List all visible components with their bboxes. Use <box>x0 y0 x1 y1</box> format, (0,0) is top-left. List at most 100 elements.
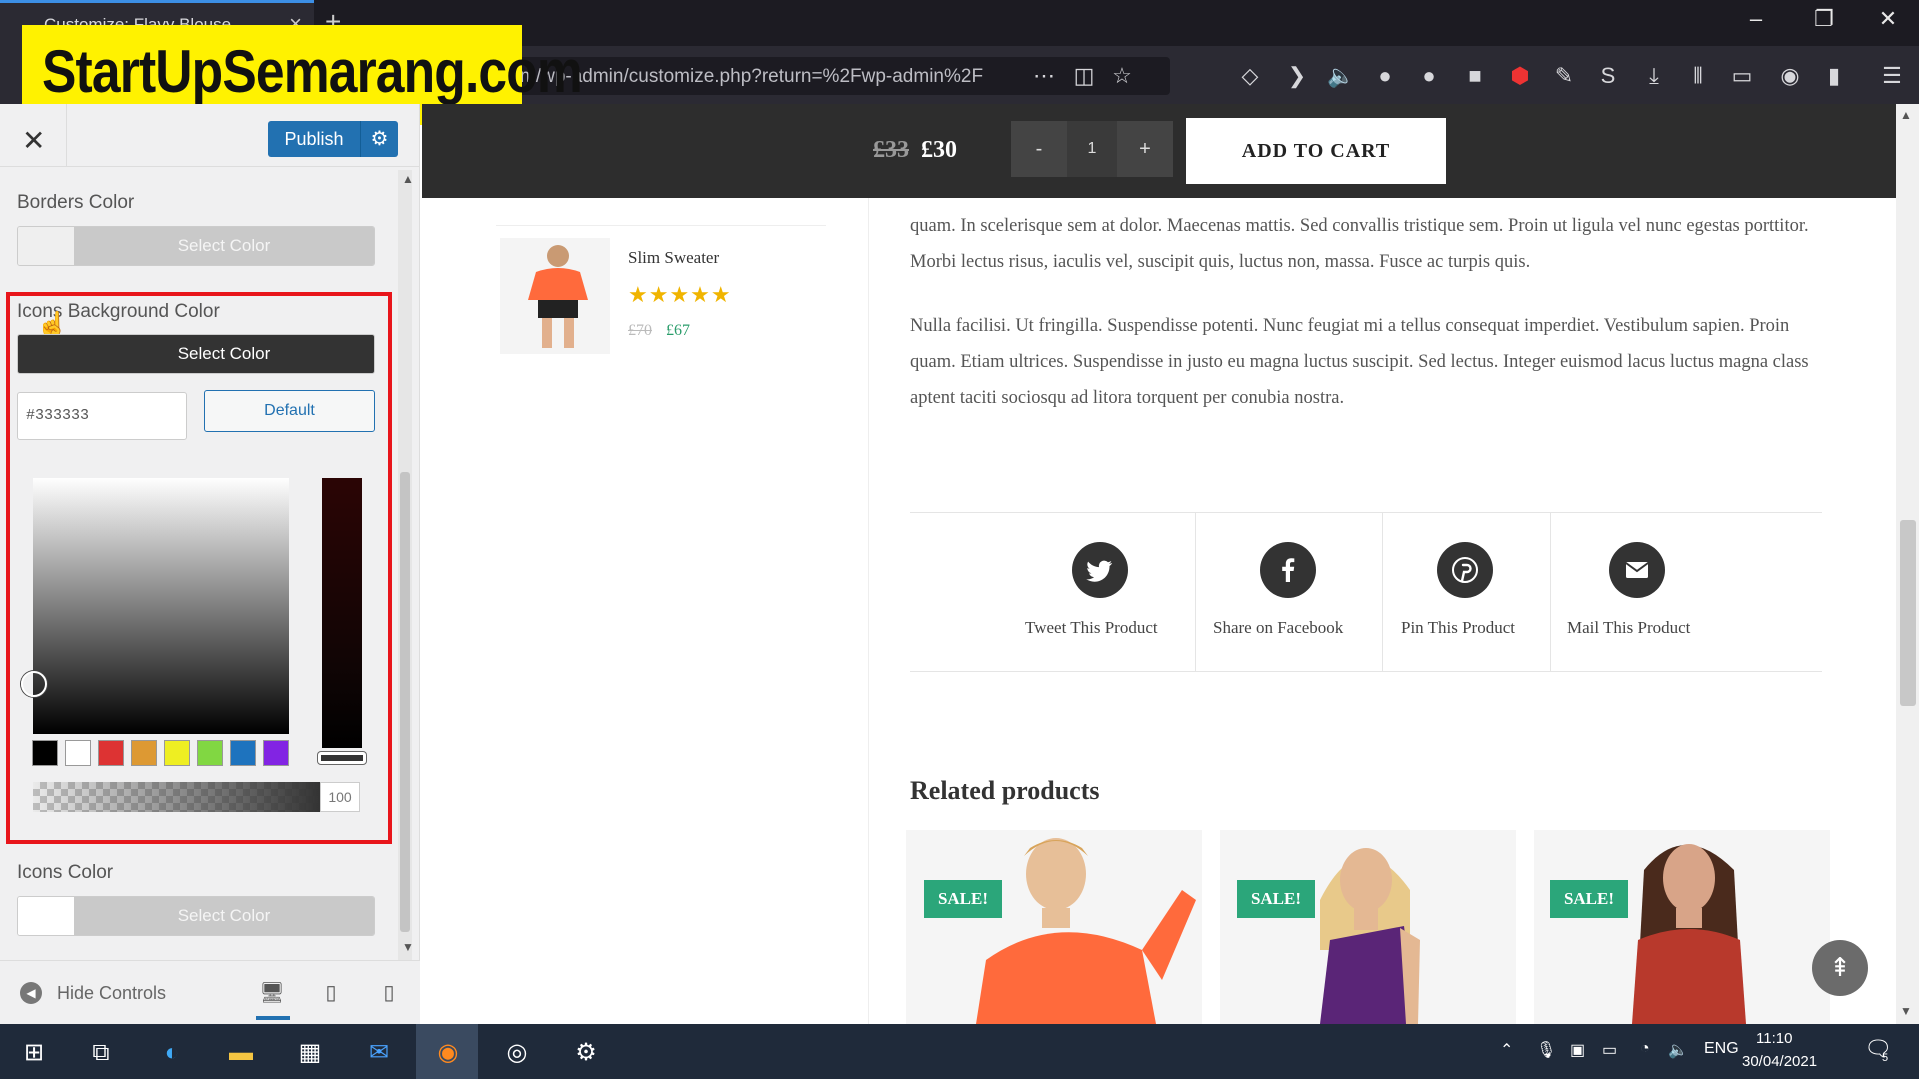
hue-slider[interactable] <box>322 478 362 748</box>
twitter-icon[interactable] <box>1072 542 1128 598</box>
divider <box>66 104 67 166</box>
desktop-preview-icon[interactable]: 🖥 <box>259 980 285 1006</box>
pocket-icon[interactable]: ◫ <box>1070 62 1098 90</box>
extension-icon[interactable]: ◇ <box>1236 62 1264 90</box>
palette-swatch[interactable] <box>230 740 256 766</box>
divider <box>0 166 420 167</box>
pinterest-icon[interactable] <box>1437 542 1493 598</box>
forward-icon[interactable]: ❯ <box>1283 62 1311 90</box>
share-facebook-label[interactable]: Share on Facebook <box>1213 618 1343 638</box>
scroll-down-icon[interactable]: ▼ <box>402 940 414 954</box>
hide-controls-icon[interactable]: ◀ <box>20 982 42 1004</box>
palette-swatch[interactable] <box>164 740 190 766</box>
clock-time[interactable]: 11:10 <box>1756 1030 1792 1047</box>
share-box <box>910 512 1822 672</box>
microphone-icon[interactable]: 🎙 <box>1536 1040 1556 1060</box>
product-name[interactable]: Slim Sweater <box>628 248 719 268</box>
tray-chevron-icon[interactable]: ⌃ <box>1500 1040 1513 1060</box>
select-color-label: Select Color <box>74 897 374 935</box>
share-twitter-label[interactable]: Tweet This Product <box>1025 618 1158 638</box>
restore-icon[interactable]: ❐ <box>1804 6 1844 32</box>
language-indicator[interactable]: ENG <box>1704 1040 1739 1058</box>
hide-controls-button[interactable]: Hide Controls <box>57 983 166 1004</box>
add-to-cart-button[interactable]: ADD TO CART <box>1186 118 1446 184</box>
palette-swatch[interactable] <box>98 740 124 766</box>
mobile-preview-icon[interactable]: ▯ <box>376 980 402 1006</box>
pen-icon[interactable]: ✎ <box>1550 62 1578 90</box>
share-pinterest-label[interactable]: Pin This Product <box>1401 618 1515 638</box>
edge-icon[interactable]: ◐ <box>155 1036 189 1070</box>
default-color-button[interactable]: Default <box>204 390 375 432</box>
more-icon[interactable]: ⋯ <box>1030 62 1058 90</box>
borders-color-button[interactable]: Select Color <box>17 226 375 266</box>
related-product-card[interactable] <box>1534 830 1830 1024</box>
adblock-icon[interactable]: ⬢ <box>1506 62 1534 90</box>
palette-swatch[interactable] <box>131 740 157 766</box>
icons-color-button[interactable]: Select Color <box>17 896 375 936</box>
extension-icon[interactable]: ● <box>1415 62 1443 90</box>
scroll-up-icon[interactable]: ▲ <box>402 172 414 186</box>
download-icon[interactable]: ⤓ <box>1640 62 1668 90</box>
saturation-handle[interactable] <box>21 671 47 697</box>
gear-icon[interactable]: ⚙ <box>360 121 398 157</box>
library-icon[interactable]: ⫴ <box>1684 62 1712 90</box>
sale-badge: SALE! <box>1237 880 1315 918</box>
borders-color-label: Borders Color <box>17 192 135 213</box>
extension-icon[interactable]: ▮ <box>1820 62 1848 90</box>
related-product-card[interactable] <box>906 830 1202 1024</box>
account-icon[interactable]: ◉ <box>1776 62 1804 90</box>
sidebar-scroll-thumb[interactable] <box>400 472 410 932</box>
windows-start-icon[interactable]: ⊞ <box>17 1036 51 1070</box>
star-rating: ★★★★★ <box>628 282 732 307</box>
bookmark-star-icon[interactable]: ☆ <box>1108 62 1136 90</box>
mail-app-icon[interactable]: ✉ <box>362 1036 396 1070</box>
palette-swatch[interactable] <box>197 740 223 766</box>
preview-scroll-thumb[interactable] <box>1900 520 1916 706</box>
close-customizer-icon[interactable]: ✕ <box>22 124 45 157</box>
scroll-up-icon[interactable]: ▲ <box>1900 108 1912 122</box>
window-close-icon[interactable]: ✕ <box>1868 6 1908 32</box>
color-saturation-area[interactable] <box>33 478 289 734</box>
icons-bg-color-button[interactable]: Select Color <box>17 334 375 374</box>
alpha-value-input[interactable]: 100 <box>320 782 360 812</box>
wifi-icon[interactable]: ◔ <box>1640 1040 1650 1058</box>
share-mail-label[interactable]: Mail This Product <box>1567 618 1690 638</box>
qty-input[interactable]: 1 <box>1067 121 1117 177</box>
scroll-to-top-icon[interactable]: ⇞ <box>1812 940 1868 996</box>
store-icon[interactable]: ▦ <box>293 1036 327 1070</box>
hex-color-input[interactable]: #333333 <box>17 392 187 440</box>
file-explorer-icon[interactable]: ▬ <box>224 1036 258 1070</box>
palette-swatch[interactable] <box>32 740 58 766</box>
battery-icon[interactable]: ▭ <box>1602 1040 1617 1060</box>
publish-button[interactable]: Publish <box>268 121 360 157</box>
extension-icon[interactable]: ● <box>1371 62 1399 90</box>
related-product-card[interactable] <box>1220 830 1516 1024</box>
tablet-preview-icon[interactable]: ▯ <box>318 980 344 1006</box>
meet-icon[interactable]: ▣ <box>1570 1040 1585 1060</box>
alpha-slider[interactable] <box>33 782 321 812</box>
divider <box>496 225 826 226</box>
settings-gear-icon[interactable]: ⚙ <box>569 1036 603 1070</box>
menu-icon[interactable]: ☰ <box>1878 62 1906 90</box>
clock-date[interactable]: 30/04/2021 <box>1742 1053 1817 1070</box>
volume-icon[interactable]: 🔈 <box>1668 1040 1688 1060</box>
product-thumbnail[interactable] <box>500 238 610 354</box>
obs-icon[interactable]: ◎ <box>500 1036 534 1070</box>
qty-plus-button[interactable]: + <box>1117 121 1173 177</box>
task-view-icon[interactable]: ⧉ <box>84 1036 118 1070</box>
hue-handle[interactable] <box>318 752 366 764</box>
extension-icon[interactable]: ■ <box>1461 62 1489 90</box>
palette-swatch[interactable] <box>65 740 91 766</box>
minimize-icon[interactable]: – <box>1736 6 1776 32</box>
palette-swatch[interactable] <box>263 740 289 766</box>
speaker-icon[interactable]: 🔈 <box>1327 62 1355 90</box>
firefox-icon[interactable]: ◉ <box>431 1036 465 1070</box>
mail-icon[interactable] <box>1609 542 1665 598</box>
extension-icon[interactable]: S <box>1594 62 1622 90</box>
scroll-down-icon[interactable]: ▼ <box>1900 1004 1912 1018</box>
facebook-icon[interactable] <box>1260 542 1316 598</box>
sidebar-icon[interactable]: ▭ <box>1728 62 1756 90</box>
qty-minus-button[interactable]: - <box>1011 121 1067 177</box>
related-products-title: Related products <box>910 776 1100 805</box>
color-swatch <box>18 227 74 265</box>
